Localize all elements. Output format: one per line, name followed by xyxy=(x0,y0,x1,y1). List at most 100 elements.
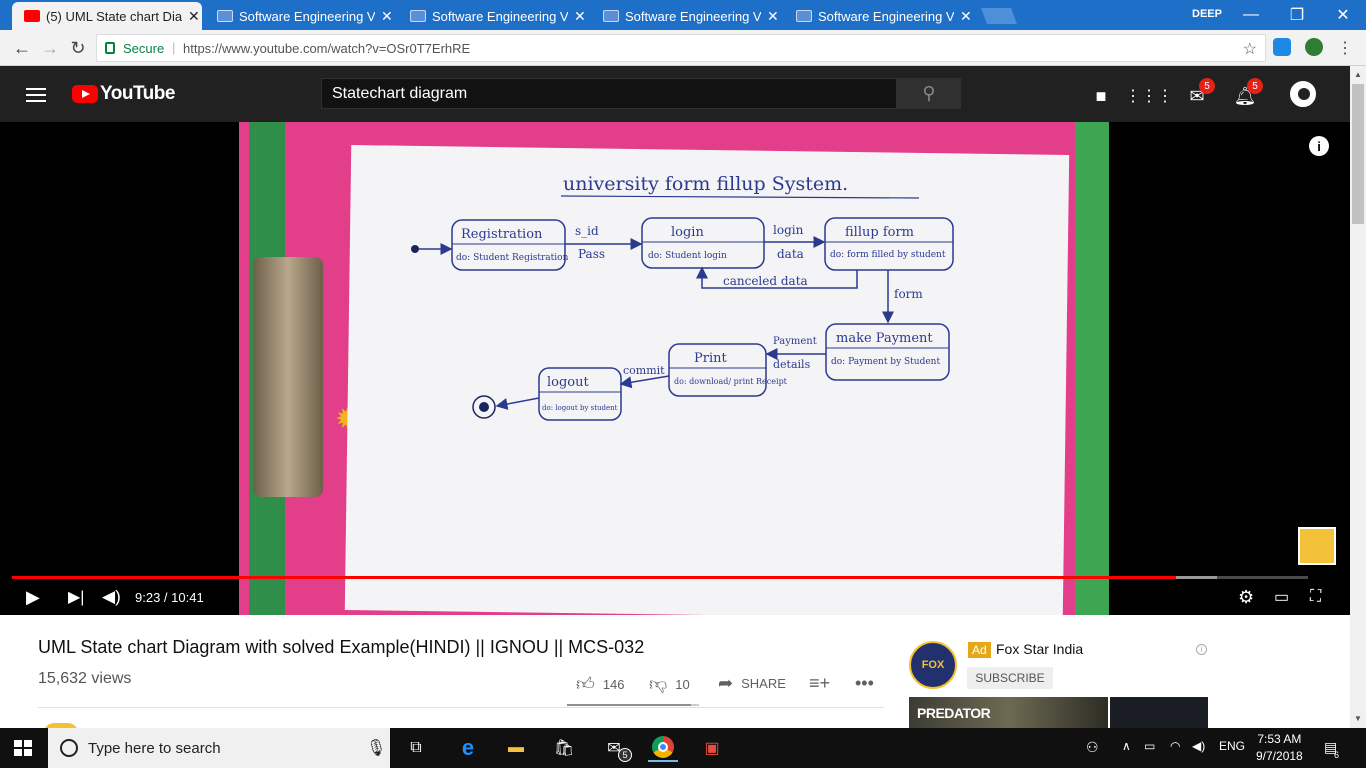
close-icon[interactable]: ✕ xyxy=(960,8,972,25)
new-tab-button[interactable] xyxy=(981,8,1017,24)
volume-icon[interactable]: ◀) xyxy=(102,585,121,609)
extension-cloud-icon[interactable] xyxy=(1273,38,1291,56)
tab-strip: (5) UML State chart Diagr ✕ Software Eng… xyxy=(0,0,1366,30)
state-logout: logout do: logout by student xyxy=(538,367,622,421)
tab-software-engineering-4[interactable]: Software Engineering Virt ✕ xyxy=(784,2,974,30)
chrome-taskbar-icon[interactable] xyxy=(648,734,678,762)
info-icon[interactable]: i xyxy=(1309,136,1329,156)
task-view-icon[interactable]: ⧉ xyxy=(402,734,430,762)
svg-text:Registration: Registration xyxy=(461,227,543,242)
share-button[interactable]: ➦ SHARE xyxy=(718,673,786,694)
minimize-button[interactable]: — xyxy=(1228,0,1274,30)
label-form: form xyxy=(894,287,923,301)
label-payment: Payment xyxy=(773,336,817,347)
bookmark-star-icon[interactable]: ☆ xyxy=(1243,39,1257,59)
like-button[interactable]: 👍︎ 146 xyxy=(576,673,625,695)
more-dots-icon: ••• xyxy=(855,673,874,693)
dislike-button[interactable]: 👎︎ 10 xyxy=(649,673,690,695)
people-icon[interactable]: ⚇ xyxy=(1086,739,1099,756)
share-arrow-icon: ➦ xyxy=(718,673,734,693)
thumbs-up-icon: 👍︎ xyxy=(576,674,595,694)
wifi-icon[interactable]: ◠ xyxy=(1170,739,1180,753)
next-icon[interactable]: ▶| xyxy=(68,585,84,609)
create-video-icon[interactable]: ■ xyxy=(1089,84,1113,108)
windows-start-icon[interactable] xyxy=(14,740,32,756)
fox-star-logo[interactable]: FOX xyxy=(909,641,957,689)
fullscreen-icon[interactable]: ⛶ xyxy=(1310,585,1321,609)
account-avatar[interactable] xyxy=(1287,78,1319,110)
add-to-playlist-button[interactable]: ≡+ xyxy=(809,673,830,694)
youtube-logo-text[interactable]: YouTube xyxy=(100,83,175,105)
close-icon[interactable]: ✕ xyxy=(574,8,586,25)
ad-info-icon[interactable]: i xyxy=(1196,644,1207,655)
url-text[interactable]: https://www.youtube.com/watch?v=OSr0T7Er… xyxy=(183,41,470,56)
microphone-icon[interactable]: 🎙︎ xyxy=(366,738,386,758)
scroll-up-icon[interactable]: ▲ xyxy=(1354,70,1362,79)
label-pass: Pass xyxy=(578,247,605,261)
taskbar-clock[interactable]: 7:53 AM 9/7/2018 xyxy=(1256,731,1303,765)
channel-watermark[interactable] xyxy=(1298,527,1336,565)
language-indicator[interactable]: ENG xyxy=(1219,739,1245,753)
settings-gear-icon[interactable]: ⚙ xyxy=(1238,585,1254,609)
tab-software-engineering-1[interactable]: Software Engineering Virt ✕ xyxy=(205,2,395,30)
scroll-down-icon[interactable]: ▼ xyxy=(1354,714,1362,723)
youtube-logo-icon[interactable] xyxy=(72,85,98,103)
ad-thumbnail-2[interactable] xyxy=(1110,697,1208,728)
presentation-app-icon[interactable]: ▣ xyxy=(698,734,726,762)
close-icon[interactable]: ✕ xyxy=(767,8,779,25)
time-display: 9:23 / 10:41 xyxy=(135,589,204,605)
ad-thumbnail-predator[interactable]: PREDATOR xyxy=(909,697,1108,728)
forward-arrow-icon[interactable]: → xyxy=(38,36,62,60)
file-explorer-icon[interactable]: ▬ xyxy=(502,734,530,762)
cortana-icon xyxy=(60,739,78,757)
more-actions-button[interactable]: ••• xyxy=(855,673,874,694)
address-bar[interactable]: Secure | https://www.youtube.com/watch?v… xyxy=(96,34,1266,62)
tab-title: Software Engineering Virt xyxy=(432,8,568,24)
title-underline xyxy=(560,195,920,199)
play-icon[interactable]: ▶ xyxy=(26,585,40,609)
subscribe-button[interactable]: SUBSCRIBE xyxy=(967,667,1053,689)
close-icon[interactable]: ✕ xyxy=(381,8,393,25)
doc-icon xyxy=(217,10,233,22)
reload-icon[interactable]: ↻ xyxy=(66,36,90,60)
tab-software-engineering-3[interactable]: Software Engineering Virt ✕ xyxy=(591,2,781,30)
speaker-icon[interactable]: ◀) xyxy=(1192,739,1205,753)
apps-grid-icon[interactable]: ⋮⋮⋮ xyxy=(1125,84,1173,108)
doc-icon xyxy=(796,10,812,22)
tab-software-engineering-2[interactable]: Software Engineering Virt ✕ xyxy=(398,2,588,30)
youtube-header: YouTube Statechart diagram ⚲ ■ ⋮⋮⋮ ✉ 5 🔔… xyxy=(0,66,1350,122)
svg-text:login: login xyxy=(671,225,704,240)
chrome-menu-icon[interactable]: ⋮ xyxy=(1333,36,1357,60)
tray-chevron-icon[interactable]: ∧ xyxy=(1122,739,1131,753)
profile-name[interactable]: DEEP xyxy=(1192,8,1222,20)
action-center-count: 6 xyxy=(1334,750,1340,760)
hamburger-menu-icon[interactable] xyxy=(26,88,46,102)
mail-badge: 5 xyxy=(618,748,632,762)
extension-globe-icon[interactable] xyxy=(1305,38,1323,56)
restore-button[interactable]: ❐ xyxy=(1274,0,1320,30)
back-arrow-icon[interactable]: ← xyxy=(10,36,34,60)
store-icon[interactable]: 🛍︎ xyxy=(550,734,578,762)
label-login: login xyxy=(773,223,804,237)
search-input[interactable]: Statechart diagram xyxy=(321,78,897,109)
scroll-thumb[interactable] xyxy=(1352,84,1364,224)
ad-channel-name[interactable]: Fox Star India xyxy=(996,641,1083,657)
doc-icon xyxy=(410,10,426,22)
progress-bar[interactable] xyxy=(12,576,1308,579)
thumbnail-title: PREDATOR xyxy=(917,705,991,721)
theater-mode-icon[interactable]: ▭ xyxy=(1274,585,1289,609)
tab-youtube[interactable]: (5) UML State chart Diagr ✕ xyxy=(12,2,202,30)
close-icon[interactable]: ✕ xyxy=(188,8,200,25)
page-scrollbar[interactable]: ▲ ▼ xyxy=(1350,66,1366,728)
playlist-add-icon: ≡+ xyxy=(809,673,831,693)
video-player[interactable]: ✹ university form fillup System. Registr… xyxy=(0,122,1350,615)
search-button[interactable]: ⚲ xyxy=(897,78,961,109)
taskbar-search-box[interactable]: Type here to search 🎙︎ xyxy=(48,728,390,768)
edge-browser-icon[interactable]: e xyxy=(454,734,482,762)
tab-title: Software Engineering Virt xyxy=(818,8,954,24)
browser-toolbar: ← → ↻ Secure | https://www.youtube.com/w… xyxy=(0,30,1366,66)
clock-date: 9/7/2018 xyxy=(1256,749,1303,763)
clock-time: 7:53 AM xyxy=(1257,732,1302,746)
close-window-button[interactable]: ✕ xyxy=(1320,0,1366,30)
battery-icon[interactable]: ▭ xyxy=(1144,739,1155,753)
